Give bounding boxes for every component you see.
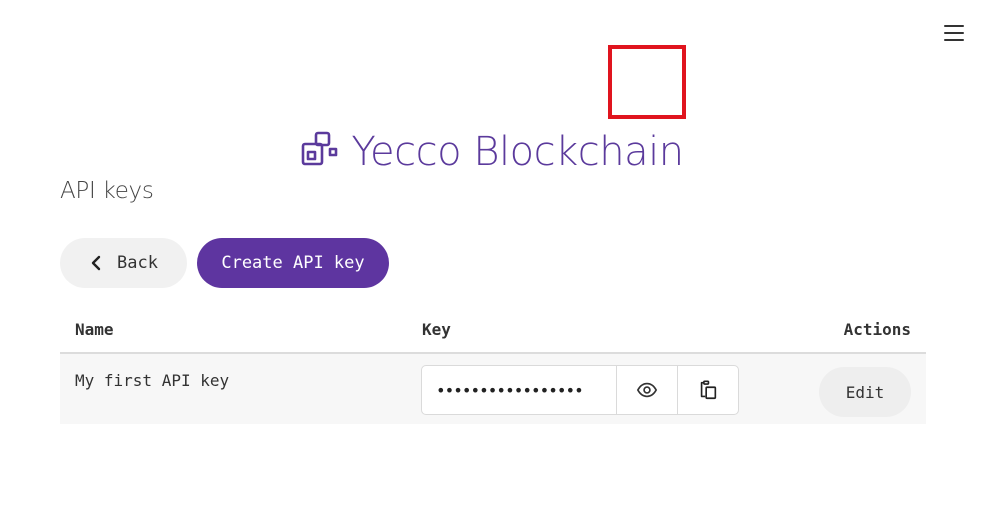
api-key-name: My first API key [75, 371, 230, 390]
column-header-actions: Actions [843, 320, 911, 339]
annotation-highlight-box [608, 45, 686, 119]
reveal-key-button[interactable] [616, 366, 677, 414]
column-header-name: Name [75, 320, 114, 339]
eye-icon [636, 382, 658, 398]
hamburger-menu-icon[interactable] [938, 20, 970, 46]
page-title: API keys [60, 178, 154, 204]
create-api-key-button[interactable]: Create API key [197, 238, 389, 288]
table-row: My first API key ••••••••••••••••• Edit [60, 354, 926, 424]
chevron-left-icon [91, 255, 101, 271]
table-header: Name Key Actions [60, 308, 926, 354]
menu-bar [944, 32, 964, 34]
create-api-key-label: Create API key [221, 253, 365, 273]
menu-bar [944, 25, 964, 27]
back-button-label: Back [117, 253, 158, 273]
back-button[interactable]: Back [60, 238, 187, 288]
brand-header: Yecco Blockchain [0, 124, 985, 180]
edit-button-label: Edit [845, 382, 885, 402]
edit-button[interactable]: Edit [819, 367, 911, 417]
column-header-key: Key [422, 320, 451, 339]
api-keys-table: Name Key Actions My first API key ••••••… [60, 308, 926, 424]
api-key-field-group [421, 365, 739, 415]
clipboard-copy-icon [700, 380, 717, 400]
api-keys-page: Yecco Blockchain API keys Back Create AP… [0, 0, 985, 521]
api-key-input[interactable] [422, 366, 616, 414]
menu-bar [944, 39, 964, 41]
brand-name: Yecco Blockchain [351, 129, 684, 175]
blocks-logo-icon [302, 131, 338, 166]
copy-key-button[interactable] [677, 366, 738, 414]
